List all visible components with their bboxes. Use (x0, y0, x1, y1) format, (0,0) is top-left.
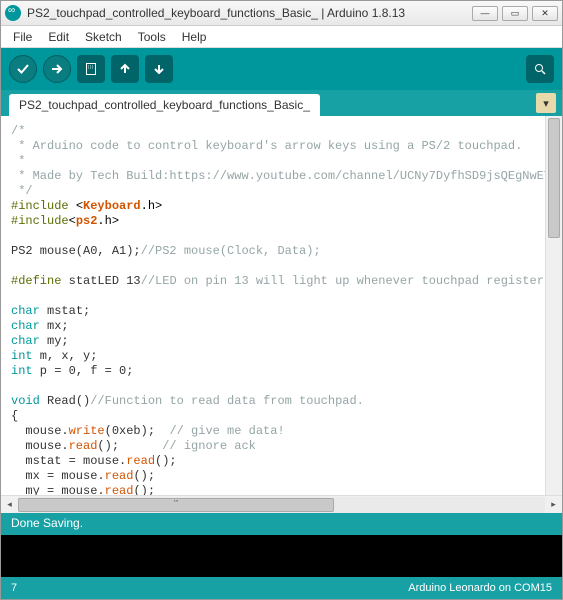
scrollbar-thumb[interactable] (548, 118, 560, 238)
code-line: * (11, 154, 33, 168)
tok: read (69, 439, 98, 453)
tok: int (11, 364, 33, 378)
console-output[interactable] (1, 535, 562, 577)
horizontal-scrollbar[interactable]: ◂ ''' ▸ (1, 495, 562, 513)
tok: char (11, 319, 40, 333)
tok: read (126, 454, 155, 468)
footer-bar: 7 Arduino Leonardo on COM15 (1, 577, 562, 599)
tok: mstat; (40, 304, 90, 318)
tok: mx = mouse. (11, 469, 105, 483)
tok: < (76, 199, 83, 213)
status-bar: Done Saving. (1, 513, 562, 535)
menu-help[interactable]: Help (176, 28, 213, 46)
vertical-scrollbar[interactable] (545, 116, 562, 495)
tok: read (105, 469, 134, 483)
code-line: * Arduino code to control keyboard's arr… (11, 139, 522, 153)
tok: char (11, 304, 40, 318)
tok: ps2 (76, 214, 98, 228)
upload-button[interactable] (43, 55, 71, 83)
code-editor[interactable]: /* * Arduino code to control keyboard's … (1, 116, 562, 495)
tok: (); (133, 469, 155, 483)
menu-sketch[interactable]: Sketch (79, 28, 128, 46)
menu-tools[interactable]: Tools (132, 28, 172, 46)
check-icon (16, 62, 30, 76)
tok: { (11, 409, 18, 423)
menu-edit[interactable]: Edit (42, 28, 75, 46)
serial-monitor-button[interactable] (526, 55, 554, 83)
tok: mouse. (11, 424, 69, 438)
tok: char (11, 334, 40, 348)
window-controls: — ▭ ✕ (472, 6, 558, 21)
arduino-icon (5, 5, 21, 21)
open-button[interactable] (111, 55, 139, 83)
app-window: PS2_touchpad_controlled_keyboard_functio… (0, 0, 563, 600)
arrow-up-icon (118, 62, 132, 76)
line-number: 7 (11, 582, 17, 594)
arrow-down-icon (152, 62, 166, 76)
scrollbar-grip: ''' (174, 499, 179, 508)
code-line: */ (11, 184, 33, 198)
tok: .h> (141, 199, 163, 213)
tok: < (69, 214, 76, 228)
tabbar: PS2_touchpad_controlled_keyboard_functio… (1, 90, 562, 116)
menubar: File Edit Sketch Tools Help (1, 26, 562, 48)
tab-active[interactable]: PS2_touchpad_controlled_keyboard_functio… (9, 94, 320, 116)
tok: void (11, 394, 40, 408)
tok: write (69, 424, 105, 438)
tok: (); (155, 454, 177, 468)
tok: (); (97, 439, 162, 453)
code-line: /* (11, 124, 25, 138)
new-file-icon (84, 62, 98, 76)
tab-menu-button[interactable]: ▾ (536, 93, 556, 113)
tok: // ignore ack (162, 439, 256, 453)
tok: //LED on pin 13 will light up whenever t… (141, 274, 562, 288)
tok: statLED 13 (61, 274, 140, 288)
menu-file[interactable]: File (7, 28, 38, 46)
window-title: PS2_touchpad_controlled_keyboard_functio… (27, 6, 472, 20)
scrollbar-thumb-h[interactable]: ''' (18, 498, 334, 512)
tok: read (105, 484, 134, 495)
maximize-button[interactable]: ▭ (502, 6, 528, 21)
toolbar (1, 48, 562, 90)
serial-monitor-icon (533, 62, 547, 76)
arrow-right-icon (50, 62, 64, 76)
tok: Keyboard (83, 199, 141, 213)
scroll-right-button[interactable]: ▸ (545, 497, 562, 513)
code-line: * Made by Tech Build:https://www.youtube… (11, 169, 562, 183)
close-button[interactable]: ✕ (532, 6, 558, 21)
tok: Read() (40, 394, 90, 408)
new-button[interactable] (77, 55, 105, 83)
tok: mx; (40, 319, 69, 333)
tok: #include (11, 214, 69, 228)
tok: #include (11, 199, 69, 213)
tok: //Function to read data from touchpad. (90, 394, 364, 408)
minimize-button[interactable]: — (472, 6, 498, 21)
tok: my = mouse. (11, 484, 105, 495)
scrollbar-track[interactable]: ''' (18, 497, 545, 513)
tok: int (11, 349, 33, 363)
tok: my; (40, 334, 69, 348)
tok: PS2 mouse(A0, A1); (11, 244, 141, 258)
tok: mouse. (11, 439, 69, 453)
scroll-left-button[interactable]: ◂ (1, 497, 18, 513)
tok: //PS2 mouse(Clock, Data); (141, 244, 321, 258)
tok: .h> (97, 214, 119, 228)
tok: (); (133, 484, 155, 495)
tok: (0xeb); (105, 424, 170, 438)
tok: #define (11, 274, 61, 288)
tok: mstat = mouse. (11, 454, 126, 468)
tok: // give me data! (169, 424, 284, 438)
verify-button[interactable] (9, 55, 37, 83)
save-button[interactable] (145, 55, 173, 83)
titlebar: PS2_touchpad_controlled_keyboard_functio… (1, 1, 562, 26)
editor-area: /* * Arduino code to control keyboard's … (1, 116, 562, 513)
tok: m, x, y; (33, 349, 98, 363)
tok: p = 0, f = 0; (33, 364, 134, 378)
board-info: Arduino Leonardo on COM15 (408, 582, 552, 594)
